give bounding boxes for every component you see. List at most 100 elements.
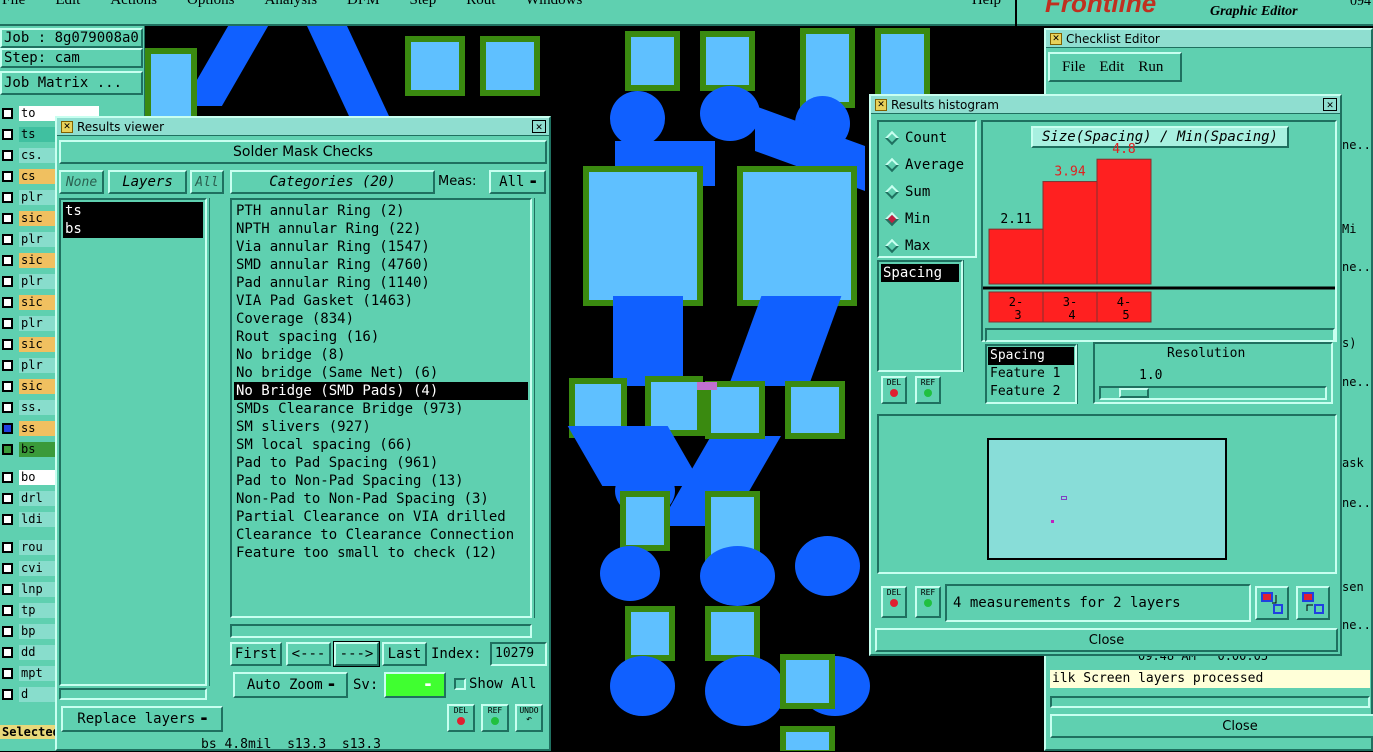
measure-scrollbar[interactable]: [963, 260, 977, 372]
auto-zoom-button[interactable]: Auto Zoom ▬: [233, 672, 348, 698]
category-hscroll[interactable]: [230, 624, 532, 638]
layer-checkbox[interactable]: [2, 471, 13, 483]
results-viewer-titlebar[interactable]: ✕ Results viewer: [57, 118, 549, 136]
layer-checkbox[interactable]: [2, 107, 13, 119]
histogram-titlebar[interactable]: ✕ Results histogram: [871, 96, 1340, 114]
menu-windows[interactable]: Windows: [525, 0, 582, 9]
category-scrollbar[interactable]: [534, 198, 548, 618]
meas-dropdown[interactable]: All ▬: [489, 170, 546, 194]
all-button[interactable]: All: [190, 170, 224, 194]
category-item[interactable]: Pad annular Ring (1140): [234, 274, 528, 292]
category-item[interactable]: Non-Pad to Non-Pad Spacing (3): [234, 490, 528, 508]
index-field[interactable]: 10279: [490, 642, 547, 666]
layer-checkbox[interactable]: [2, 492, 13, 504]
category-item[interactable]: VIA Pad Gasket (1463): [234, 292, 528, 310]
mode-radio-count[interactable]: Count: [879, 124, 975, 151]
layer-checkbox[interactable]: [2, 667, 13, 679]
last-button[interactable]: Last: [382, 642, 427, 666]
layer-checkbox[interactable]: [2, 583, 13, 595]
slider-thumb[interactable]: [1119, 388, 1149, 398]
category-item[interactable]: SMDs Clearance Bridge (973): [234, 400, 528, 418]
category-item[interactable]: SM local spacing (66): [234, 436, 528, 454]
layer-checkbox[interactable]: [2, 149, 13, 161]
result-layer-list[interactable]: ts bs: [59, 198, 207, 686]
del-button[interactable]: DEL: [447, 704, 475, 732]
menu-rout[interactable]: Rout: [466, 0, 495, 9]
preview-area[interactable]: [877, 414, 1337, 574]
first-button[interactable]: First: [230, 642, 282, 666]
next-button[interactable]: --->: [333, 641, 380, 667]
layer-checkbox[interactable]: [2, 646, 13, 658]
layer-checkbox[interactable]: [2, 170, 13, 182]
checklist-close-button[interactable]: Close: [1050, 714, 1373, 738]
preview-ref-button[interactable]: REF: [915, 586, 941, 618]
checklist-menu-file[interactable]: File: [1062, 59, 1085, 76]
layers-button[interactable]: Layers: [108, 170, 187, 194]
list-item[interactable]: bs: [63, 220, 203, 238]
help-menu[interactable]: Help: [972, 0, 1001, 9]
mode-radio-min[interactable]: Min: [879, 205, 975, 232]
menu-options[interactable]: Options: [187, 0, 235, 9]
layer-checkbox[interactable]: [2, 688, 13, 700]
hist-del-button[interactable]: DEL: [881, 376, 907, 404]
layer-checkbox[interactable]: [2, 422, 13, 434]
histogram-hscroll[interactable]: [985, 328, 1335, 342]
show-all-checkbox[interactable]: Show All: [454, 676, 536, 692]
layer-checkbox[interactable]: [2, 513, 13, 525]
checklist-menu-edit[interactable]: Edit: [1099, 59, 1124, 76]
histogram-bar[interactable]: [1096, 158, 1152, 285]
layer-checkbox[interactable]: [2, 191, 13, 203]
category-item[interactable]: SM slivers (927): [234, 418, 528, 436]
layer-checkbox[interactable]: [2, 254, 13, 266]
layer-list-scrollbar[interactable]: [209, 198, 225, 686]
category-item[interactable]: Pad to Non-Pad Spacing (13): [234, 472, 528, 490]
list-item[interactable]: ts: [63, 202, 203, 220]
category-item[interactable]: No Bridge (SMD Pads) (4): [234, 382, 528, 400]
feature-scrollbar[interactable]: [1077, 344, 1091, 404]
layer-checkbox[interactable]: [2, 296, 13, 308]
histogram-close-button[interactable]: Close: [875, 628, 1338, 652]
feature-item[interactable]: Feature 2: [988, 383, 1074, 401]
zoom-out-icon[interactable]: [1296, 586, 1330, 620]
menu-edit[interactable]: Edit: [55, 0, 80, 9]
category-item[interactable]: Pad to Pad Spacing (961): [234, 454, 528, 472]
layer-checkbox[interactable]: [2, 380, 13, 392]
layer-checkbox[interactable]: [2, 338, 13, 350]
mode-radio-max[interactable]: Max: [879, 232, 975, 259]
list-item[interactable]: Spacing: [881, 264, 959, 282]
menu-file[interactable]: File: [2, 0, 25, 9]
layer-checkbox[interactable]: [2, 317, 13, 329]
menu-actions[interactable]: Actions: [110, 0, 157, 9]
checklist-hscroll[interactable]: [1050, 696, 1370, 708]
histogram-chart[interactable]: 2.11 2-3 3.94 3-4 4.8 4-5: [983, 122, 1335, 340]
category-item[interactable]: No bridge (Same Net) (6): [234, 364, 528, 382]
category-list[interactable]: PTH annular Ring (2) NPTH annular Ring (2…: [230, 198, 532, 618]
undo-button[interactable]: UNDO ↶: [515, 704, 543, 732]
ref-button[interactable]: REF: [481, 704, 509, 732]
menu-dfm[interactable]: DFM: [347, 0, 380, 9]
checklist-menu-run[interactable]: Run: [1138, 59, 1163, 76]
category-item[interactable]: Rout spacing (16): [234, 328, 528, 346]
zoom-in-icon[interactable]: [1255, 586, 1289, 620]
layer-list-hscroll[interactable]: [59, 688, 207, 700]
layer-checkbox[interactable]: [2, 275, 13, 287]
layer-checkbox[interactable]: [2, 359, 13, 371]
menu-step[interactable]: Step: [410, 0, 437, 9]
category-item[interactable]: Feature too small to check (12): [234, 544, 528, 562]
layer-checkbox[interactable]: [2, 212, 13, 224]
layer-checkbox[interactable]: [2, 233, 13, 245]
checklist-titlebar[interactable]: ✕ Checklist Editor: [1046, 30, 1371, 48]
layer-checkbox[interactable]: [2, 128, 13, 140]
layer-checkbox[interactable]: [2, 443, 13, 455]
category-item[interactable]: PTH annular Ring (2): [234, 202, 528, 220]
layer-checkbox[interactable]: [2, 541, 13, 553]
histogram-close-icon[interactable]: ✕: [1323, 98, 1337, 111]
category-item[interactable]: Clearance to Clearance Connection: [234, 526, 528, 544]
categories-button[interactable]: Categories (20): [230, 170, 435, 194]
mode-radio-sum[interactable]: Sum: [879, 178, 975, 205]
results-viewer-close-icon[interactable]: ✕: [532, 120, 546, 133]
feature-item[interactable]: Feature 1: [988, 365, 1074, 383]
layer-checkbox[interactable]: [2, 562, 13, 574]
hist-ref-button[interactable]: REF: [915, 376, 941, 404]
mode-radio-average[interactable]: Average: [879, 151, 975, 178]
